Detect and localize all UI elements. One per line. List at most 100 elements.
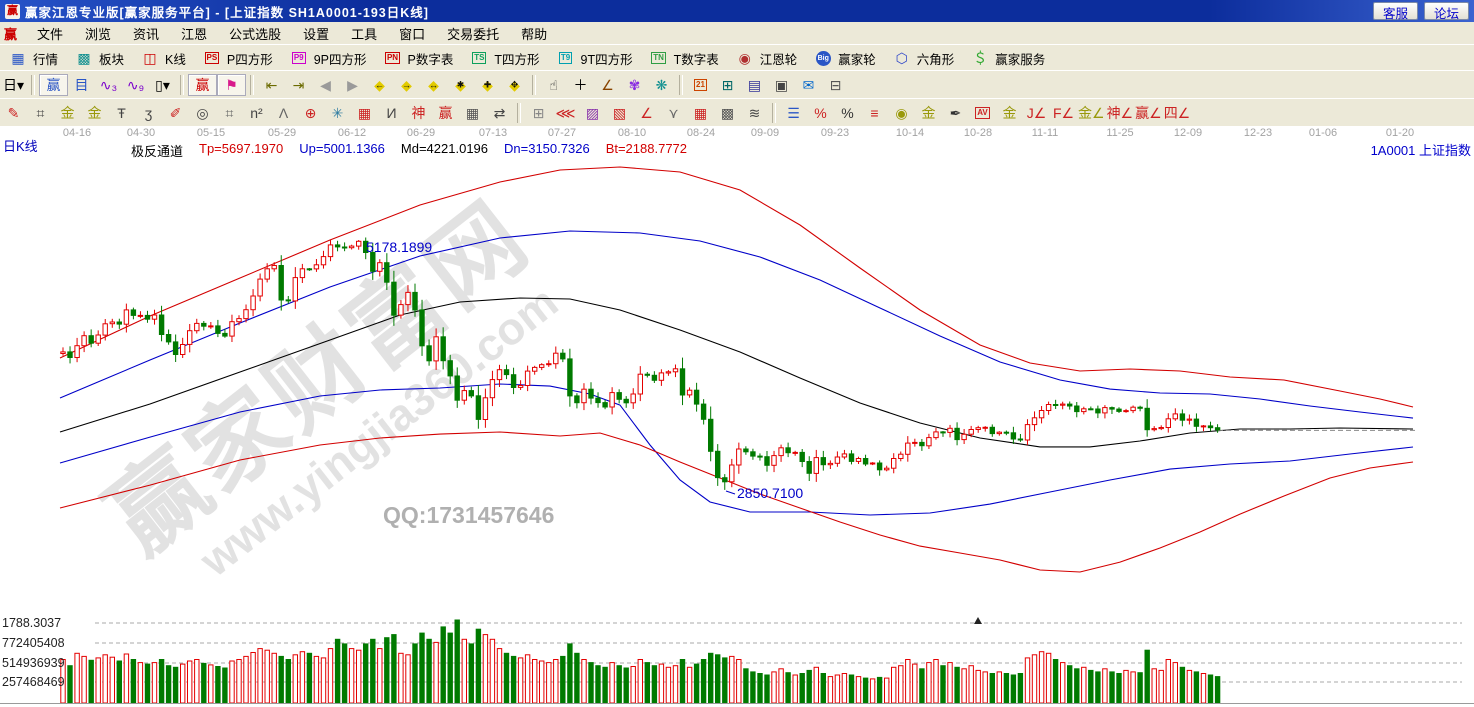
winner-wheel-button-icon[interactable]: Big: [813, 49, 833, 67]
angle-measure-icon[interactable]: ∠: [594, 74, 621, 96]
ying-grid-icon[interactable]: 赢: [432, 102, 459, 124]
target-cross-icon[interactable]: ⊕: [297, 102, 324, 124]
t-number-table-button-icon[interactable]: TN: [649, 49, 669, 67]
width-arrows-icon[interactable]: ⇄: [486, 102, 513, 124]
pencil-draw-icon[interactable]: ✎: [0, 102, 27, 124]
p-number-table-button-icon[interactable]: PN: [383, 49, 403, 67]
send-mail-icon[interactable]: ✉: [795, 74, 822, 96]
box-select-icon[interactable]: ⊞: [525, 102, 552, 124]
gann-wheel-button[interactable]: ◉江恩轮: [727, 48, 806, 69]
next-bar-icon[interactable]: ▶: [339, 74, 366, 96]
gold-lines-icon[interactable]: 金: [915, 102, 942, 124]
menu-item-0[interactable]: 文件: [26, 23, 74, 44]
gold-grid-icon[interactable]: 金: [54, 102, 81, 124]
menu-item-9[interactable]: 帮助: [510, 23, 558, 44]
hash-lines-icon[interactable]: ⌗: [216, 102, 243, 124]
quotes-button-icon[interactable]: ▦: [8, 49, 28, 67]
sectors-button-icon[interactable]: ▩: [74, 49, 94, 67]
grid-ruler-icon[interactable]: ⌗: [27, 102, 54, 124]
gold-bars-icon[interactable]: 金: [996, 102, 1023, 124]
ink-ruler-icon[interactable]: ✒: [942, 102, 969, 124]
slash-lines-icon[interactable]: ≋: [741, 102, 768, 124]
scale-list-icon[interactable]: ☰: [780, 102, 807, 124]
gold-circle-icon[interactable]: ◉: [888, 102, 915, 124]
calendar-icon[interactable]: 21: [687, 74, 714, 96]
diamond-move-icon[interactable]: ◆✥: [501, 74, 528, 96]
menu-item-6[interactable]: 工具: [340, 23, 388, 44]
notes-icon[interactable]: ▤: [741, 74, 768, 96]
spider-web-icon[interactable]: ✳: [324, 102, 351, 124]
menu-item-5[interactable]: 设置: [292, 23, 340, 44]
menu-item-4[interactable]: 公式选股: [218, 23, 292, 44]
j-angle-icon[interactable]: J∠: [1023, 102, 1050, 124]
save-icon[interactable]: ▣: [768, 74, 795, 96]
f-angle-icon[interactable]: F∠: [1050, 102, 1077, 124]
sectors-button[interactable]: ▩板块: [66, 48, 132, 69]
9t-square-button-icon[interactable]: T9: [556, 49, 576, 67]
menu-item-1[interactable]: 浏览: [74, 23, 122, 44]
forum-button[interactable]: 论坛: [1424, 2, 1469, 20]
quotes-button[interactable]: ▦行情: [0, 48, 66, 69]
hexagon-button-icon[interactable]: ⬡: [892, 49, 912, 67]
period-day-dropdown[interactable]: 日▾: [0, 74, 27, 96]
menu-item-2[interactable]: 资讯: [122, 23, 170, 44]
diamond-right-icon[interactable]: ◆→: [393, 74, 420, 96]
print-icon[interactable]: ⊟: [822, 74, 849, 96]
t-square-button-icon[interactable]: TS: [469, 49, 489, 67]
spiral-icon[interactable]: ʒ: [135, 102, 162, 124]
winner-service-button[interactable]: ＄赢家服务: [962, 48, 1053, 69]
gann-wheel-button-icon[interactable]: ◉: [735, 49, 755, 67]
red-grid-icon[interactable]: ▦: [687, 102, 714, 124]
shen-angle-icon[interactable]: 神∠: [1106, 102, 1135, 124]
cloud-tool-icon[interactable]: ❋: [648, 74, 675, 96]
kline-canvas[interactable]: 赢家财富网www.yingjia360.comQQ:17314576465178…: [0, 126, 1474, 707]
crosshair-icon[interactable]: ＋: [567, 74, 594, 96]
cycle-circle-icon[interactable]: ◎: [189, 102, 216, 124]
percent-strike-icon[interactable]: %: [807, 102, 834, 124]
mirror-a-icon[interactable]: Λ: [270, 102, 297, 124]
winner-wheel-button[interactable]: Big赢家轮: [805, 48, 884, 69]
p-number-table-button[interactable]: PNP数字表: [375, 48, 462, 69]
f-grid-icon[interactable]: Ŧ: [108, 102, 135, 124]
shade-fan-icon[interactable]: ▧: [606, 102, 633, 124]
9t-square-button[interactable]: T99T四方形: [548, 48, 641, 69]
percent-lines-icon[interactable]: ≡: [861, 102, 888, 124]
goto-last-icon[interactable]: ⇥: [285, 74, 312, 96]
hexagon-button[interactable]: ⬡六角形: [884, 48, 963, 69]
color-histogram-icon[interactable]: ⚑: [217, 74, 246, 96]
v-dots-icon[interactable]: ⋎: [660, 102, 687, 124]
winner-home-icon[interactable]: 赢: [39, 74, 68, 96]
marker-pen-icon[interactable]: ✐: [162, 102, 189, 124]
diamond-expand-icon[interactable]: ◆↔: [420, 74, 447, 96]
red-fan-icon[interactable]: ⋘: [552, 102, 579, 124]
purple-fan-icon[interactable]: ▨: [579, 102, 606, 124]
kline-button-icon[interactable]: ◫: [140, 49, 160, 67]
calculator-icon[interactable]: ⊞: [714, 74, 741, 96]
t-square-button[interactable]: TST四方形: [461, 48, 547, 69]
av-lines-icon[interactable]: AV: [969, 102, 996, 124]
9p-square-button[interactable]: P99P四方形: [281, 48, 375, 69]
menu-item-8[interactable]: 交易委托: [436, 23, 510, 44]
ying-angle-icon[interactable]: 赢∠: [1134, 102, 1163, 124]
t-number-table-button[interactable]: TNT数字表: [641, 48, 727, 69]
angle-line-icon[interactable]: ∠: [633, 102, 660, 124]
menu-item-3[interactable]: 江恩: [170, 23, 218, 44]
winner-red-icon[interactable]: 赢: [188, 74, 217, 96]
gold-grid2-icon[interactable]: 金: [81, 102, 108, 124]
p-square-button[interactable]: PSP四方形: [194, 48, 281, 69]
info-panel-icon[interactable]: 目: [68, 74, 95, 96]
diamond-left-icon[interactable]: ◆←: [366, 74, 393, 96]
p-square-button-icon[interactable]: PS: [202, 49, 222, 67]
dark-grid-icon[interactable]: ▩: [714, 102, 741, 124]
pan-hand-icon[interactable]: ☝: [540, 74, 567, 96]
prev-bar-icon[interactable]: ◀: [312, 74, 339, 96]
menu-item-7[interactable]: 窗口: [388, 23, 436, 44]
shen-grid-icon[interactable]: 神: [405, 102, 432, 124]
diamond-compress-icon[interactable]: ◆✱: [447, 74, 474, 96]
n-marks-icon[interactable]: И: [378, 102, 405, 124]
step-chart-3-icon[interactable]: ∿₃: [95, 74, 122, 96]
gold-angle-icon[interactable]: 金∠: [1077, 102, 1106, 124]
goto-first-icon[interactable]: ⇤: [258, 74, 285, 96]
pattern-tool-icon[interactable]: ✾: [621, 74, 648, 96]
9p-square-button-icon[interactable]: P9: [289, 49, 309, 67]
